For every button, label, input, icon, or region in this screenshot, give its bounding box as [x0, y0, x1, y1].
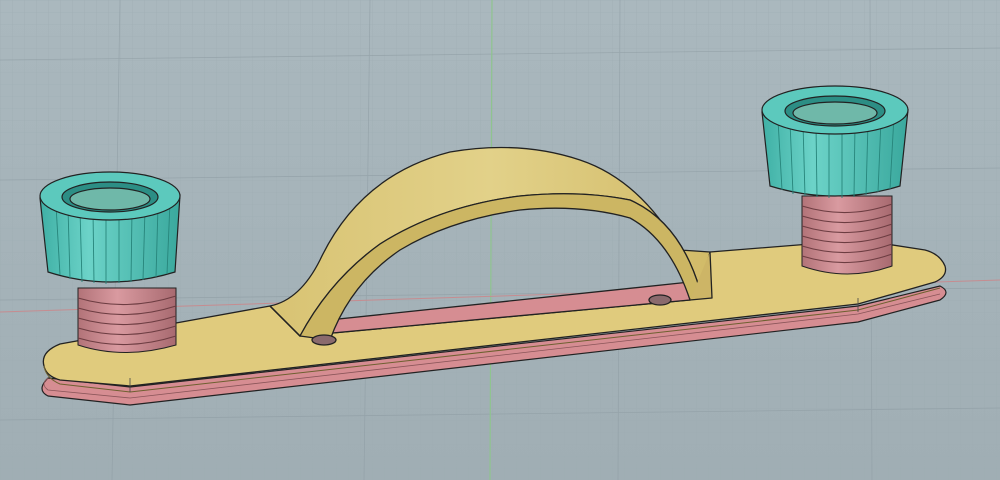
right-knurled-nut[interactable] — [761, 85, 909, 198]
left-threaded-stud[interactable] — [77, 287, 177, 353]
mount-hole-left — [311, 334, 337, 346]
mount-hole-right — [648, 294, 672, 306]
model-canvas[interactable] — [0, 0, 1000, 480]
right-threaded-stud[interactable] — [801, 195, 893, 275]
left-knurled-nut[interactable] — [39, 171, 181, 284]
cad-3d-viewport[interactable] — [0, 0, 1000, 480]
